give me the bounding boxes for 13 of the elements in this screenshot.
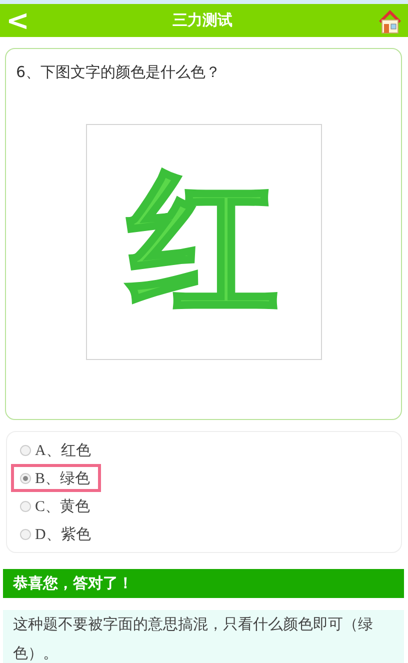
radio-button[interactable] [20,528,31,540]
radio-button[interactable] [20,500,31,512]
answer-option[interactable]: B、绿色 [11,464,102,492]
result-banner: 恭喜您，答对了！ [3,569,404,598]
colored-character: 红 [128,167,278,317]
answer-option[interactable]: C、黄色 [11,492,102,520]
radio-button[interactable] [20,472,31,484]
page-title: 三力测试 [172,11,233,30]
answer-option[interactable]: D、紫色 [11,520,102,548]
radio-button[interactable] [20,444,31,456]
question-text: 6、下图文字的颜色是什么色？ [16,63,222,82]
explanation-text: 这种题不要被字面的意思搞混，只看什么颜色即可（绿色）。 [3,610,404,663]
answer-option[interactable]: A、红色 [11,436,102,464]
